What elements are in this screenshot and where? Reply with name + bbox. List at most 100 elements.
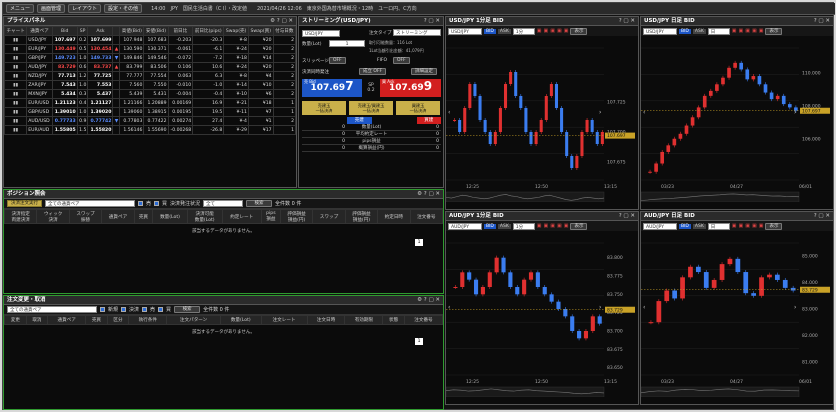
price-cell-bid[interactable]: 1.55805 (51, 125, 78, 135)
order-col-header[interactable]: 有効期限 (344, 315, 384, 325)
timeframe-select[interactable]: 日 (707, 27, 730, 35)
sell-checkbox[interactable] (142, 307, 148, 312)
news-ticker[interactable]: 14:00 JPY 国民生活白書（C I）・改定値 2021/04/26 12:… (151, 5, 417, 12)
scroll-left-icon[interactable]: ‹ (643, 109, 645, 116)
panel-controls-icon[interactable]: ⚙ ? ▢ ✕ (417, 296, 440, 305)
price-row[interactable]: ▮▮ GBP/JPY 149.723 1.0 149.733 ▼ 149.846 149.54… (4, 53, 296, 63)
chart-canvas[interactable]: 83.80083.77583.75083.72583.70083.67583.6… (446, 233, 638, 397)
position-col-header[interactable]: 注文番号 (409, 209, 443, 224)
chart-tool-icon[interactable]: ▣ (752, 28, 757, 34)
price-cell-ask[interactable]: 83.737 (87, 62, 114, 72)
status-select[interactable]: 全て (203, 200, 244, 207)
price-col-header[interactable]: Bid (51, 26, 78, 36)
chart-canvas[interactable]: 107.725107.700107.675107.69712:2512:5013… (446, 38, 638, 202)
price-cell-ask[interactable]: 1.55820 (87, 125, 114, 135)
chart-tool-icon[interactable]: ▣ (739, 223, 744, 229)
chart-pair-select[interactable]: USD/JPY (448, 27, 482, 35)
fifo-toggle[interactable]: OFF (393, 57, 410, 64)
ask-toggle[interactable]: ASK (692, 223, 706, 229)
price-cell-bid[interactable]: 77.713 (51, 71, 78, 81)
display-button[interactable]: 表示 (765, 222, 783, 230)
chart-tool-icon[interactable]: ▣ (550, 28, 555, 34)
pair-select[interactable]: USD/JPY (302, 30, 340, 37)
chart-icon[interactable]: ▮▮ (4, 71, 28, 81)
page-number[interactable]: 1 (415, 338, 423, 345)
settle-order-button[interactable]: 決済注文実行 (7, 200, 42, 207)
settings-button[interactable]: 設定・その他 (104, 4, 143, 13)
display-button[interactable]: 表示 (570, 27, 588, 35)
price-row[interactable]: ▮▮ EUR/AUD 1.55805 1.5 1.55820 1.56146 1.55690… (4, 125, 296, 135)
bid-toggle[interactable]: BID (679, 223, 691, 229)
chart-icon[interactable]: ▮▮ (4, 35, 28, 45)
navigator[interactable] (446, 386, 605, 397)
chart-icon[interactable]: ▮▮ (4, 53, 28, 63)
bid-toggle[interactable]: BID (484, 28, 496, 34)
position-col-header[interactable]: 通貨ペア (101, 209, 135, 224)
chart-pair-select[interactable]: AUD/JPY (643, 222, 677, 230)
chart-canvas[interactable]: 85.000 84.000 83.000 82.000 81.000 83.729 03/2… (641, 233, 833, 397)
chart-tool-icon[interactable]: ▣ (759, 223, 764, 229)
price-col-header[interactable]: 前日比 (167, 26, 194, 36)
chart-tool-icon[interactable]: ▣ (557, 223, 562, 229)
buy-checkbox[interactable] (154, 201, 160, 206)
price-row[interactable]: ▮▮ EUR/JPY 130.449 0.5 130.454 ▲ 130.590 130.37… (4, 44, 296, 54)
scroll-right-icon[interactable]: › (599, 109, 601, 116)
price-cell-bid[interactable]: 130.449 (51, 44, 78, 54)
price-cell-bid[interactable]: 83.729 (51, 62, 78, 72)
position-col-header[interactable]: pips 損益 (260, 209, 281, 224)
panel-controls-icon[interactable]: ⚙ ? ▢ ✕ (417, 190, 440, 199)
scroll-right-icon[interactable]: › (794, 109, 796, 116)
display-button[interactable]: 表示 (765, 27, 783, 35)
ask-toggle[interactable]: ASK (692, 28, 706, 34)
order-col-header[interactable]: 注文レート (260, 315, 308, 325)
order-col-header[interactable]: 変更 (4, 315, 27, 325)
price-cell-bid[interactable]: 149.723 (51, 53, 78, 63)
timeframe-select[interactable]: 1分 (512, 27, 535, 35)
chart-canvas[interactable]: 110.000108.000106.000107.69703/23 04/27 06… (641, 38, 833, 202)
order-col-header[interactable]: 取消 (25, 315, 49, 325)
panel-controls-icon[interactable]: ? ▢ ✕ (424, 17, 440, 26)
chart-tool-icon[interactable]: ▣ (759, 28, 764, 34)
price-col-header[interactable]: SP (76, 26, 89, 36)
timeframe-select[interactable]: 日 (707, 222, 730, 230)
position-col-header[interactable]: 約定日時 (377, 209, 411, 224)
price-col-header[interactable]: チャート (4, 26, 28, 36)
navigator[interactable] (641, 386, 800, 397)
position-col-header[interactable]: スワップ (312, 209, 346, 224)
sell-bulk-settle-button[interactable]: 売建玉 一括決済 (302, 101, 346, 115)
order-col-header[interactable]: 通貨ペア (47, 315, 87, 325)
panel-controls-icon[interactable]: ⚙ ? ▢ ✕ (270, 17, 293, 26)
ask-toggle[interactable]: ASK (497, 28, 511, 34)
price-cell-ask[interactable]: 77.725 (87, 71, 114, 81)
chart-tool-icon[interactable]: ▣ (745, 223, 750, 229)
order-col-header[interactable]: 注文日時 (306, 315, 346, 325)
chart-tool-icon[interactable]: ▣ (537, 28, 542, 34)
chart-icon[interactable]: ▮▮ (4, 98, 28, 108)
new-checkbox[interactable] (100, 307, 105, 312)
navigator[interactable] (446, 191, 605, 202)
chart-tool-icon[interactable]: ▣ (557, 28, 562, 34)
chart-tool-icon[interactable]: ▣ (550, 223, 555, 229)
both-bulk-settle-button[interactable]: 売建玉/買建玉 一括決済 (349, 101, 393, 115)
chart-tool-icon[interactable]: ▣ (537, 223, 542, 229)
position-col-header[interactable]: ウィック 決済 (36, 209, 70, 224)
price-cell-ask[interactable]: 1.21127 (87, 98, 114, 108)
price-col-header[interactable]: Ask (87, 26, 114, 36)
price-cell-ask[interactable]: 0.77742 (87, 116, 114, 126)
buy-bulk-settle-button[interactable]: 買建玉 一括決済 (396, 101, 440, 115)
position-col-header[interactable]: 評価損益 損益(円) (279, 209, 314, 224)
menu-button[interactable]: メニュー (6, 4, 35, 13)
chart-icon[interactable]: ▮▮ (4, 125, 28, 135)
price-row[interactable]: ▮▮ GBP/USD 1.39010 1.0 1.39020 1.39060 1.38915… (4, 107, 296, 117)
price-col-header[interactable]: 安値(Bid) (143, 26, 169, 36)
price-col-header[interactable]: 高値(Bid) (119, 26, 145, 36)
timeframe-select[interactable]: 1分 (512, 222, 535, 230)
price-col-header[interactable]: Swap(売) (223, 26, 249, 36)
qty-stepper[interactable]: 1 (329, 40, 365, 47)
price-row[interactable]: ▮▮ AUD/USD 0.77733 0.9 0.77742 ▼ 0.77803 0.7742… (4, 116, 296, 126)
scroll-left-icon[interactable]: ‹ (448, 109, 450, 116)
order-col-header[interactable]: 注文番号 (403, 315, 443, 325)
price-row[interactable]: ▮▮ AUD/JPY 83.729 0.6 83.737 ▲ 83.799 83.506 0.1… (4, 62, 296, 72)
order-col-header[interactable]: 売買 (85, 315, 108, 325)
order-col-header[interactable]: 注文パターン (166, 315, 221, 325)
